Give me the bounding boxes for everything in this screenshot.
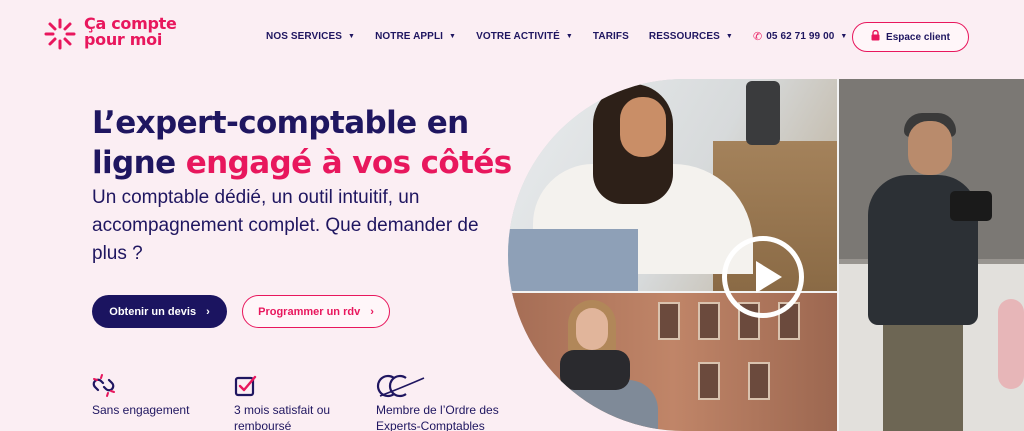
brand-logo[interactable]: Ça compte pour moi xyxy=(42,16,177,52)
chevron-right-icon: › xyxy=(206,305,210,318)
ordre-experts-comptables-logo-icon xyxy=(376,374,516,398)
site-header: Ça compte pour moi NOS SERVICES ▼ NOTRE … xyxy=(0,0,1024,74)
nav-item-ressources[interactable]: RESSOURCES ▼ xyxy=(649,31,733,42)
nav-item-activite[interactable]: VOTRE ACTIVITÉ ▼ xyxy=(476,31,573,42)
obtenir-devis-label: Obtenir un devis xyxy=(109,305,197,318)
nav-label: RESSOURCES xyxy=(648,31,720,42)
photo-photographer xyxy=(838,79,1024,431)
checkbox-icon xyxy=(234,374,344,398)
programmer-rdv-button[interactable]: Programmer un rdv › xyxy=(242,295,390,328)
espace-client-button[interactable]: Espace client xyxy=(852,22,969,52)
feature-satisfait-rembourse: 3 mois satisfait ou remboursé xyxy=(234,374,344,431)
programmer-rdv-label: Programmer un rdv xyxy=(258,305,361,318)
caret-down-icon: ▼ xyxy=(449,33,457,40)
caret-down-icon: ▼ xyxy=(348,33,356,40)
caret-down-icon: ▼ xyxy=(565,33,573,40)
chevron-right-icon: › xyxy=(370,305,374,318)
nav-item-services[interactable]: NOS SERVICES ▼ xyxy=(266,31,355,42)
phone-icon: ✆ xyxy=(752,31,763,43)
feature-text: 3 mois satisfait ou remboursé xyxy=(234,403,331,431)
lock-icon xyxy=(871,29,880,44)
nav-label: VOTRE ACTIVITÉ xyxy=(476,31,560,42)
sparkle-burst-icon xyxy=(42,16,78,52)
hero-title-accent: engagé à vos côtés xyxy=(185,145,512,181)
hero-title: L’expert-comptable en ligne engagé à vos… xyxy=(92,103,512,183)
nav-label: NOS SERVICES xyxy=(266,31,343,42)
nav-item-tarifs[interactable]: TARIFS xyxy=(593,31,629,42)
photo-woman-street xyxy=(508,292,838,431)
nav-label: TARIFS xyxy=(592,31,629,42)
caret-down-icon: ▼ xyxy=(840,33,848,40)
espace-client-label: Espace client xyxy=(886,31,950,43)
brand-name-line2: pour moi xyxy=(84,30,163,49)
brand-name: Ça compte pour moi xyxy=(84,16,177,48)
nav-label: NOTRE APPLI xyxy=(375,31,444,42)
main-nav: NOS SERVICES ▼ NOTRE APPLI ▼ VOTRE ACTIV… xyxy=(266,30,867,43)
feature-text: Sans engagement xyxy=(92,403,190,417)
hero-subtitle: Un comptable dédié, un outil intuitif, u… xyxy=(92,187,479,264)
obtenir-devis-button[interactable]: Obtenir un devis › xyxy=(92,295,227,328)
nav-item-appli[interactable]: NOTRE APPLI ▼ xyxy=(375,31,456,42)
nav-item-phone[interactable]: ✆ 05 62 71 99 00 ▼ xyxy=(753,30,848,43)
hero-video[interactable] xyxy=(508,79,1024,431)
feature-ordre-experts: Membre de l’Ordre des Experts-Comptables xyxy=(376,374,516,431)
phone-number: 05 62 71 99 00 xyxy=(766,31,835,42)
feature-sans-engagement: Sans engagement xyxy=(92,374,192,418)
feature-text: Membre de l’Ordre des Experts-Comptables xyxy=(376,403,499,431)
caret-down-icon: ▼ xyxy=(725,33,733,40)
play-icon[interactable] xyxy=(722,236,804,318)
broken-link-icon xyxy=(92,374,192,398)
